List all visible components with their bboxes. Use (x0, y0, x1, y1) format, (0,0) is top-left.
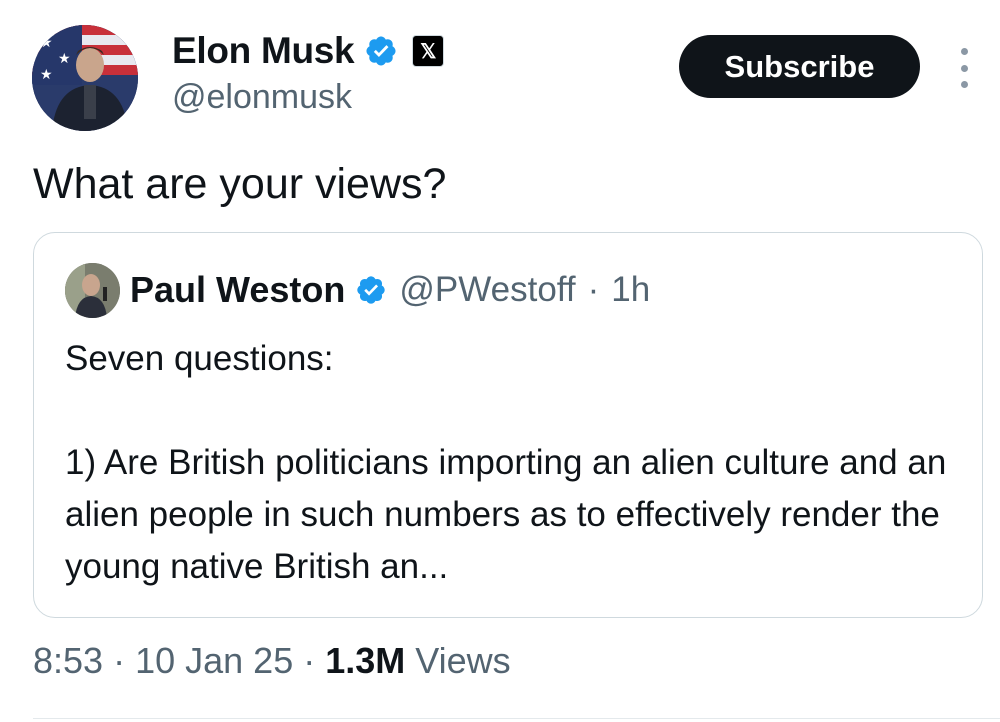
quoted-author-avatar (65, 263, 120, 318)
author-avatar[interactable]: ★ ★ ★ (32, 25, 138, 131)
svg-text:★: ★ (40, 66, 53, 82)
author-handle[interactable]: @elonmusk (172, 78, 352, 117)
author-name[interactable]: Elon Musk (172, 30, 355, 72)
verified-badge-icon (366, 36, 396, 66)
subscribe-button[interactable]: Subscribe (679, 35, 920, 98)
dot (960, 48, 968, 55)
tweet-time[interactable]: 8:53 (33, 640, 103, 682)
quoted-tweet-text: Seven questions: 1) Are British politici… (65, 339, 947, 586)
svg-text:★: ★ (40, 34, 53, 50)
divider (33, 718, 1000, 719)
svg-text:★: ★ (58, 50, 71, 66)
tweet-meta: 8:53 · 10 Jan 25 · 1.3M Views (33, 640, 511, 682)
quoted-author-handle: @PWestoff (399, 270, 576, 309)
meta-separator: · (103, 640, 136, 681)
quoted-separator: · (587, 270, 600, 309)
views-label: Views (405, 640, 511, 681)
tweet-text: What are your views? (33, 160, 447, 208)
tweet-date[interactable]: 10 Jan 25 (135, 640, 293, 682)
avatar-image: ★ ★ ★ (32, 25, 138, 131)
quoted-avatar-image (65, 263, 120, 318)
more-options-icon[interactable] (952, 48, 976, 88)
quoted-tweet-card[interactable]: Paul Weston @PWestoff · 1h Seven questio… (33, 232, 983, 618)
author-name-row: Elon Musk 𝕏 (172, 28, 445, 74)
dot (960, 64, 968, 72)
quoted-header: Paul Weston @PWestoff · 1h (130, 265, 650, 315)
x-affiliation-icon: 𝕏 (412, 35, 445, 67)
meta-separator: · (293, 640, 326, 681)
dot (960, 81, 968, 88)
quoted-time: 1h (611, 270, 651, 309)
quoted-author-name: Paul Weston (130, 269, 346, 310)
quoted-verified-badge-icon (357, 276, 386, 304)
views-count: 1.3M (325, 640, 406, 681)
